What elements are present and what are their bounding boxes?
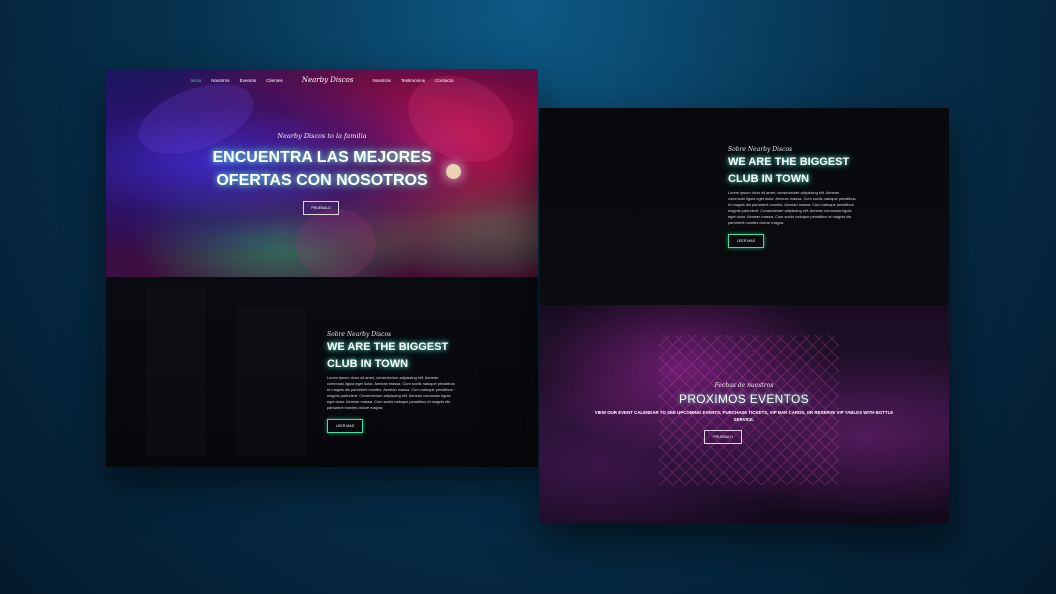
right-page-mockup: Sobre Nearby Discos WE ARE THE BIGGEST C… <box>539 108 949 523</box>
about-section: Sobre Nearby Discos WE ARE THE BIGGEST C… <box>106 277 538 467</box>
nav-item-eventos[interactable]: Eventos <box>240 78 257 83</box>
hero-crowd-shape <box>296 209 376 279</box>
about-tagline: Sobre Nearby Discos <box>327 331 392 338</box>
about-title-line1: WE ARE THE BIGGEST <box>728 156 850 168</box>
events-tagline: Fechas de nuestros <box>714 382 774 389</box>
left-page-mockup: Inicio Nosotros Eventos Clientes Nearby … <box>106 69 538 467</box>
about-title-line2: CLUB IN TOWN <box>327 358 409 370</box>
hero-title-line1: ENCUENTRA LAS MEJORES <box>212 149 432 166</box>
about-body-text: Lorem ipsum dolor sit amet, consectetuer… <box>728 190 856 225</box>
background-figure <box>236 307 306 457</box>
nav-item-testimonios[interactable]: Testimonios <box>401 78 425 83</box>
about-title-line2: CLUB IN TOWN <box>728 173 810 185</box>
nav-item-nosotros-right[interactable]: Nosotros <box>372 78 390 83</box>
hero-title: ENCUENTRA LAS MEJORES OFERTAS CON NOSOTR… <box>106 146 538 192</box>
about-content: Sobre Nearby Discos WE ARE THE BIGGEST C… <box>728 146 856 249</box>
hero-section: Inicio Nosotros Eventos Clientes Nearby … <box>106 69 538 279</box>
about-title-line1: WE ARE THE BIGGEST <box>327 341 449 353</box>
site-logo[interactable]: Nearby Discos <box>302 76 354 84</box>
about-body-text: Lorem ipsum dolor sit amet, consectetuer… <box>327 375 455 410</box>
about-section-duplicate: Sobre Nearby Discos WE ARE THE BIGGEST C… <box>539 108 949 305</box>
hero-title-line2: OFERTAS CON NOSOTROS <box>216 172 428 189</box>
nav-item-nosotros[interactable]: Nosotros <box>211 78 229 83</box>
about-title: WE ARE THE BIGGEST CLUB IN TOWN <box>327 339 455 373</box>
about-content: Sobre Nearby Discos WE ARE THE BIGGEST C… <box>327 331 455 434</box>
events-cta-button[interactable]: PRUEBALO <box>704 430 742 444</box>
nav-item-contacto[interactable]: Contacto <box>435 78 453 83</box>
nav-item-inicio[interactable]: Inicio <box>190 78 201 83</box>
events-description: VIEW OUR EVENT CALENDAR TO SEE UPCOMING … <box>594 410 894 422</box>
about-tagline: Sobre Nearby Discos <box>728 146 793 153</box>
read-more-button[interactable]: LEER MAS <box>728 234 764 249</box>
top-navigation: Inicio Nosotros Eventos Clientes Nearby … <box>106 69 538 91</box>
read-more-button[interactable]: LEER MAS <box>327 419 363 434</box>
nav-item-clientes[interactable]: Clientes <box>266 78 283 83</box>
about-title: WE ARE THE BIGGEST CLUB IN TOWN <box>728 154 856 188</box>
events-title: PROXIMOS EVENTOS <box>679 392 809 406</box>
events-section: Fechas de nuestros PROXIMOS EVENTOS VIEW… <box>539 305 949 523</box>
hero-cta-button[interactable]: PRUEBALO <box>303 201 339 215</box>
background-figure <box>146 287 206 457</box>
hero-tagline: Nearby Discos to la familia <box>277 132 367 140</box>
